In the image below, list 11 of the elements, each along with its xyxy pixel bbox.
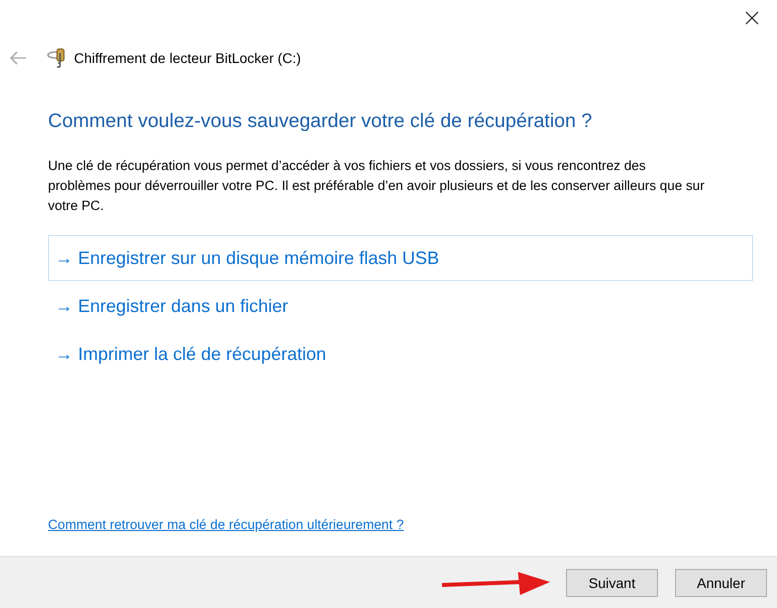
next-button[interactable]: Suivant xyxy=(566,568,658,596)
option-link[interactable]: → Enregistrer sur un disque mémoire flash USB xyxy=(48,235,753,281)
back-arrow-icon xyxy=(9,51,27,65)
description-text: Une clé de récupération vous permet d’accéder à vos fichiers et vos dossiers, si vous rencontrez des problèmes pour déverrouiller votre PC. Il est préférable d’en avoir plusieurs et de les conserver ailleurs que sur votre PC. xyxy=(48,157,706,215)
option-link[interactable]: → Imprimer la clé de récupération xyxy=(48,331,753,377)
option-link[interactable]: → Enregistrer dans un fichier xyxy=(48,283,753,329)
close-icon xyxy=(745,11,759,25)
cancel-button[interactable]: Annuler xyxy=(675,568,767,596)
window-title: Chiffrement de lecteur BitLocker (C:) xyxy=(74,50,301,66)
page-heading: Comment voulez-vous sauvegarder votre clé de récupération ? xyxy=(48,110,594,133)
help-link[interactable]: Comment retrouver ma clé de récupération ultérieurement ? xyxy=(48,517,404,532)
